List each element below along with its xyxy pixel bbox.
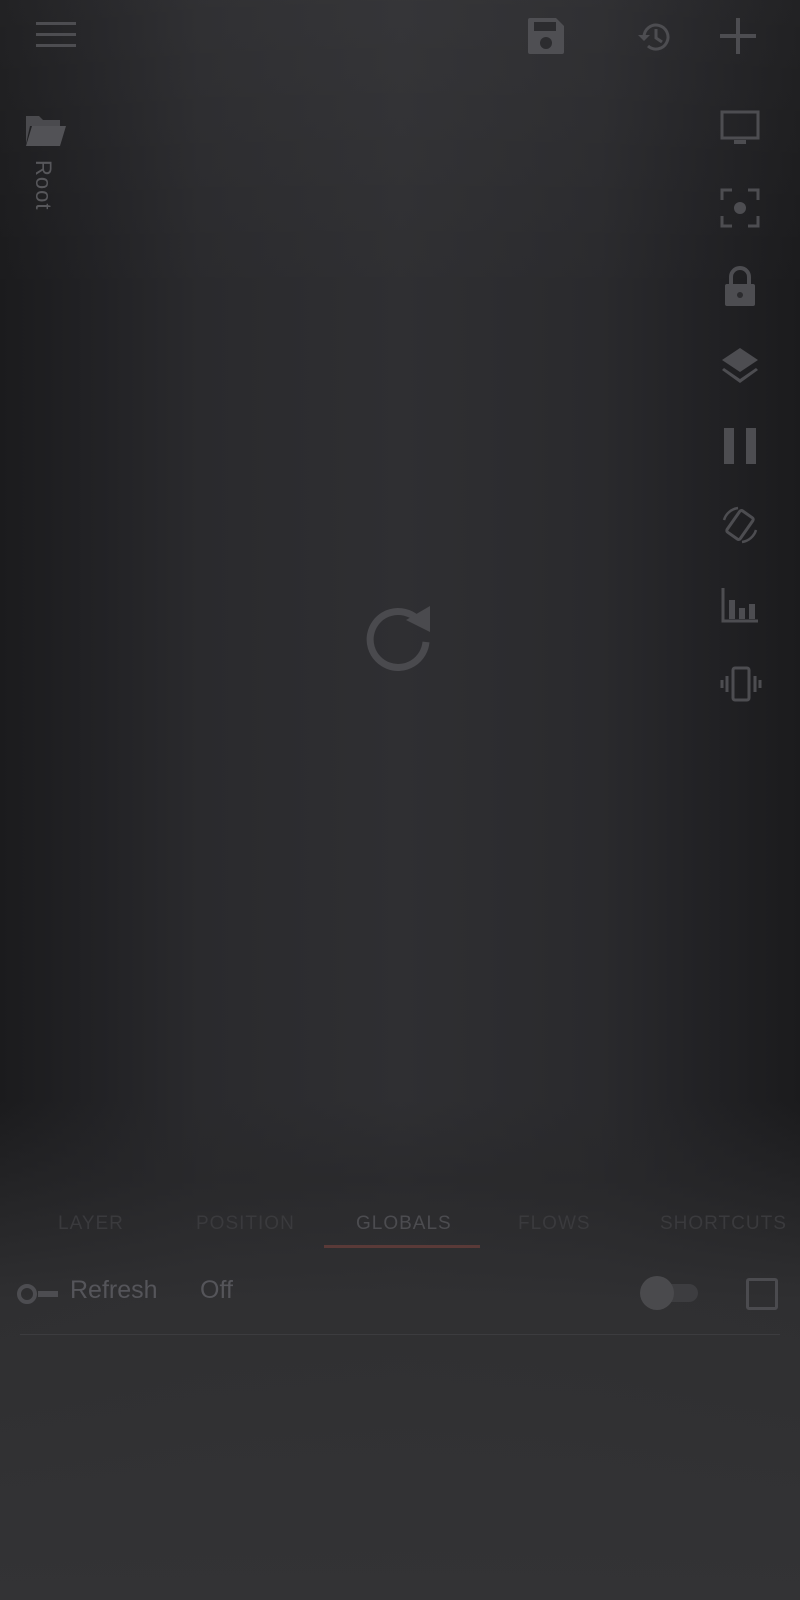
hamburger-menu-icon[interactable] bbox=[36, 18, 76, 50]
pause-icon[interactable] bbox=[722, 426, 758, 466]
history-icon[interactable] bbox=[636, 18, 674, 56]
top-toolbar bbox=[0, 0, 800, 80]
refresh-icon[interactable] bbox=[360, 598, 440, 678]
monitor-icon[interactable] bbox=[720, 110, 760, 148]
refresh-label: Refresh bbox=[70, 1276, 158, 1304]
layers-icon[interactable] bbox=[720, 346, 760, 386]
global-refresh-row[interactable]: Refresh Off bbox=[0, 1262, 800, 1332]
save-floppy-icon[interactable] bbox=[526, 16, 566, 56]
rotate-screen-icon[interactable] bbox=[720, 504, 760, 546]
active-tab-indicator bbox=[324, 1245, 480, 1248]
toggle-variable-icon bbox=[16, 1282, 60, 1306]
refresh-checkbox[interactable] bbox=[746, 1278, 778, 1310]
root-label[interactable]: Root bbox=[30, 160, 56, 210]
refresh-value: Off bbox=[200, 1276, 233, 1304]
tab-globals[interactable]: GLOBALS bbox=[356, 1213, 452, 1235]
tab-flows[interactable]: FLOWS bbox=[518, 1213, 591, 1235]
stats-chart-icon[interactable] bbox=[720, 586, 760, 624]
row-divider bbox=[20, 1334, 780, 1335]
toggle-knob bbox=[640, 1276, 674, 1310]
refresh-toggle[interactable] bbox=[640, 1276, 702, 1310]
bottom-tabs: LAYER POSITION GLOBALS FLOWS SHORTCUTS bbox=[0, 1195, 800, 1255]
folder-icon bbox=[24, 112, 66, 148]
vibrate-icon[interactable] bbox=[720, 666, 762, 702]
tab-shortcuts[interactable]: SHORTCUTS bbox=[660, 1213, 787, 1235]
lock-icon[interactable] bbox=[722, 266, 758, 308]
tab-position[interactable]: POSITION bbox=[196, 1213, 295, 1235]
right-toolbar bbox=[700, 100, 800, 740]
tab-layer[interactable]: LAYER bbox=[58, 1213, 124, 1235]
focus-frame-icon[interactable] bbox=[720, 188, 760, 228]
app-screen: Root LAYER POSITION GLOBALS FLOWS SHORTC… bbox=[0, 0, 800, 1600]
plus-icon[interactable] bbox=[718, 16, 758, 56]
